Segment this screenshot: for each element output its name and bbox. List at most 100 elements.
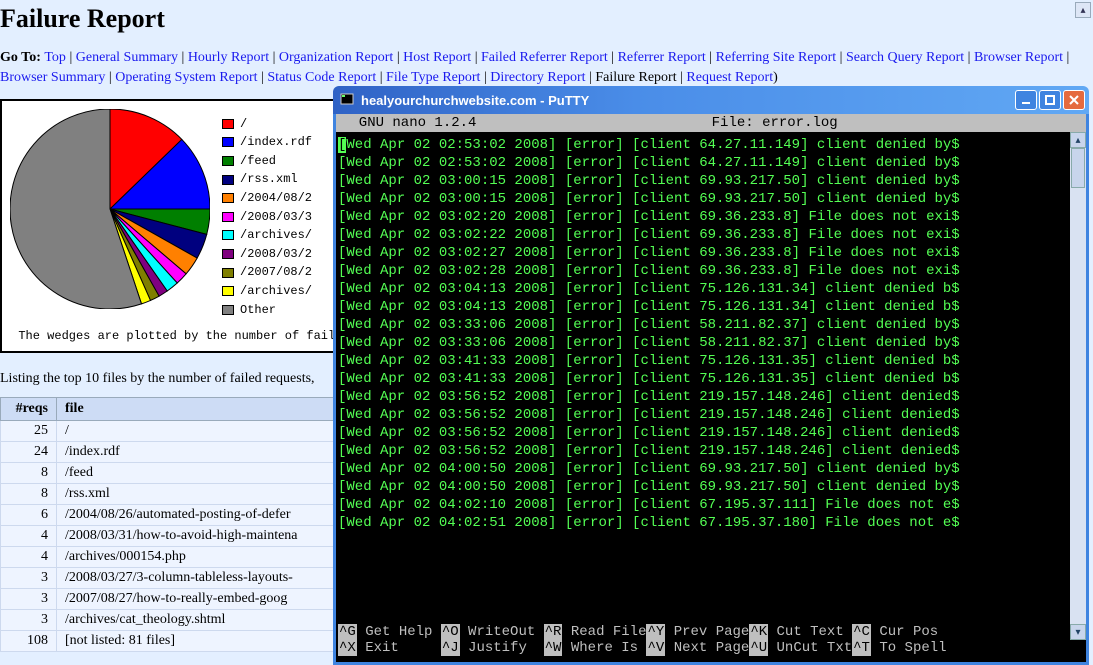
- nav-link[interactable]: Referrer Report: [618, 50, 706, 65]
- nano-footer: ^G Get Help ^O WriteOut ^R Read File^Y P…: [336, 624, 1086, 660]
- log-line: [Wed Apr 02 03:04:13 2008] [error] [clie…: [338, 298, 1082, 316]
- legend-label: /archives/: [240, 226, 312, 245]
- legend-swatch: [222, 175, 234, 185]
- nav-link[interactable]: Operating System Report: [115, 70, 257, 85]
- legend-label: Other: [240, 301, 276, 320]
- nano-key-label: To Spell: [871, 640, 955, 656]
- legend-item: /: [222, 115, 312, 134]
- log-line: [Wed Apr 02 03:33:06 2008] [error] [clie…: [338, 316, 1082, 334]
- nano-key[interactable]: ^X: [338, 640, 357, 656]
- legend-label: /2008/03/2: [240, 245, 312, 264]
- nano-key[interactable]: ^Y: [646, 624, 665, 640]
- nano-key-label: Justify: [460, 640, 544, 656]
- nav-link[interactable]: Host Report: [403, 50, 471, 65]
- log-line: [Wed Apr 02 03:02:28 2008] [error] [clie…: [338, 262, 1082, 280]
- legend-swatch: [222, 156, 234, 166]
- nav-link: Failure Report: [595, 70, 676, 85]
- scroll-thumb[interactable]: [1071, 148, 1085, 188]
- cell-reqs: 8: [1, 463, 57, 484]
- legend-swatch: [222, 137, 234, 147]
- terminal-body[interactable]: [Wed Apr 02 02:53:02 2008] [error] [clie…: [336, 132, 1086, 624]
- legend-item: /archives/: [222, 226, 312, 245]
- nav-link[interactable]: Referring Site Report: [716, 50, 837, 65]
- legend-item: /2008/03/2: [222, 245, 312, 264]
- legend-swatch: [222, 230, 234, 240]
- log-line: [Wed Apr 02 02:53:02 2008] [error] [clie…: [338, 154, 1082, 172]
- window-title: healyourchurchwebsite.com - PuTTY: [361, 93, 589, 108]
- cell-reqs: 3: [1, 610, 57, 631]
- nav-link[interactable]: Organization Report: [279, 50, 393, 65]
- legend-swatch: [222, 268, 234, 278]
- pie-chart: [10, 109, 210, 309]
- nano-key-label: WriteOut: [460, 624, 544, 640]
- log-line: [Wed Apr 02 03:04:13 2008] [error] [clie…: [338, 280, 1082, 298]
- titlebar[interactable]: healyourchurchwebsite.com - PuTTY: [333, 86, 1089, 114]
- nav-link[interactable]: Failed Referrer Report: [481, 50, 608, 65]
- nano-key[interactable]: ^K: [749, 624, 768, 640]
- legend-item: /feed: [222, 152, 312, 171]
- nav-link[interactable]: Browser Summary: [0, 70, 105, 85]
- nano-key[interactable]: ^O: [441, 624, 460, 640]
- legend-label: /2008/03/3: [240, 208, 312, 227]
- scroll-down-icon[interactable]: ▾: [1070, 624, 1086, 640]
- legend-swatch: [222, 193, 234, 203]
- nav-link[interactable]: Top: [44, 50, 66, 65]
- nav-link[interactable]: Request Report: [686, 70, 773, 85]
- legend-swatch: [222, 249, 234, 259]
- nano-header: GNU nano 1.2.4 File: error.log: [336, 114, 1086, 132]
- nav-link[interactable]: Directory Report: [490, 70, 585, 85]
- terminal[interactable]: GNU nano 1.2.4 File: error.log [Wed Apr …: [333, 114, 1089, 665]
- nano-key-label: Cur Pos: [871, 624, 955, 640]
- cell-reqs: 3: [1, 589, 57, 610]
- legend-item: /2004/08/2: [222, 189, 312, 208]
- log-line: [Wed Apr 02 03:00:15 2008] [error] [clie…: [338, 190, 1082, 208]
- nano-key-label: Cut Text: [768, 624, 852, 640]
- goto-prefix: Go To:: [0, 50, 44, 65]
- log-line: [Wed Apr 02 03:02:20 2008] [error] [clie…: [338, 208, 1082, 226]
- nav-link[interactable]: Hourly Report: [188, 50, 269, 65]
- log-line: [Wed Apr 02 03:02:27 2008] [error] [clie…: [338, 244, 1082, 262]
- nano-key[interactable]: ^J: [441, 640, 460, 656]
- nano-key-label: Where Is: [562, 640, 646, 656]
- cell-reqs: 24: [1, 442, 57, 463]
- terminal-scrollbar[interactable]: ▴ ▾: [1070, 132, 1086, 640]
- nano-key[interactable]: ^C: [852, 624, 871, 640]
- nav-link[interactable]: General Summary: [76, 50, 178, 65]
- legend-item: /rss.xml: [222, 170, 312, 189]
- nano-key[interactable]: ^V: [646, 640, 665, 656]
- legend-swatch: [222, 286, 234, 296]
- scroll-up-icon[interactable]: ▴: [1070, 132, 1086, 148]
- maximize-button[interactable]: [1039, 90, 1061, 110]
- nano-key[interactable]: ^T: [852, 640, 871, 656]
- legend-label: /2007/08/2: [240, 263, 312, 282]
- log-line: [Wed Apr 02 03:56:52 2008] [error] [clie…: [338, 442, 1082, 460]
- close-button[interactable]: [1063, 90, 1085, 110]
- putty-window[interactable]: healyourchurchwebsite.com - PuTTY GNU na…: [333, 86, 1089, 665]
- nano-key-label: Get Help: [357, 624, 441, 640]
- nav-link[interactable]: File Type Report: [386, 70, 480, 85]
- log-line: [Wed Apr 02 03:33:06 2008] [error] [clie…: [338, 334, 1082, 352]
- log-line: [Wed Apr 02 03:56:52 2008] [error] [clie…: [338, 406, 1082, 424]
- nano-key[interactable]: ^W: [544, 640, 563, 656]
- cell-reqs: 25: [1, 421, 57, 442]
- log-line: [Wed Apr 02 03:00:15 2008] [error] [clie…: [338, 172, 1082, 190]
- pie-legend: //index.rdf/feed/rss.xml/2004/08/2/2008/…: [222, 109, 312, 320]
- goto-nav: Go To: Top | General Summary | Hourly Re…: [0, 48, 1093, 89]
- nav-link[interactable]: Search Query Report: [846, 50, 964, 65]
- nano-key-label: Next Page: [665, 640, 749, 656]
- legend-label: /feed: [240, 152, 276, 171]
- nano-key[interactable]: ^R: [544, 624, 563, 640]
- log-line: [Wed Apr 02 04:02:51 2008] [error] [clie…: [338, 514, 1082, 532]
- log-line: [Wed Apr 02 04:00:50 2008] [error] [clie…: [338, 460, 1082, 478]
- legend-item: /archives/: [222, 282, 312, 301]
- nano-key[interactable]: ^G: [338, 624, 357, 640]
- nav-link[interactable]: Browser Report: [974, 50, 1063, 65]
- cell-reqs: 3: [1, 568, 57, 589]
- nano-key-label: Prev Page: [665, 624, 749, 640]
- legend-item: /2008/03/3: [222, 208, 312, 227]
- page-scroll-up-button[interactable]: ▴: [1075, 2, 1091, 18]
- minimize-button[interactable]: [1015, 90, 1037, 110]
- nav-link[interactable]: Status Code Report: [267, 70, 376, 85]
- cell-reqs: 6: [1, 505, 57, 526]
- nano-key[interactable]: ^U: [749, 640, 768, 656]
